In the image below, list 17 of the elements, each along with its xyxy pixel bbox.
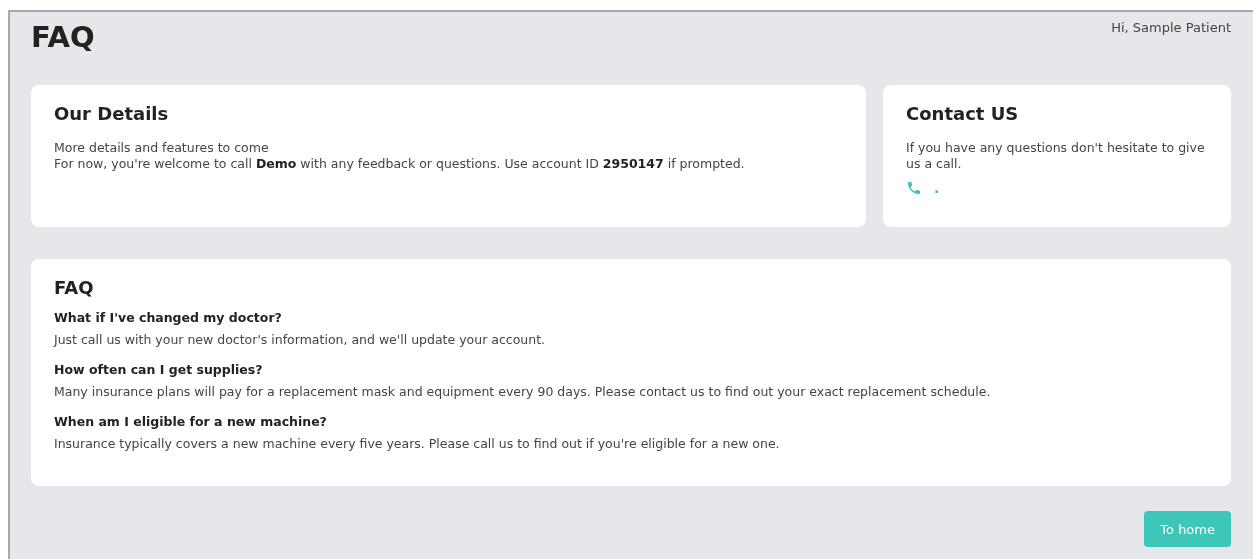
faq-question: When am I eligible for a new machine? xyxy=(54,414,328,430)
card-title: Our Details xyxy=(54,103,170,124)
card-title: Contact US xyxy=(906,103,1020,124)
phone-icon xyxy=(906,180,922,196)
greeting: Hi, Sample Patient xyxy=(1111,20,1231,35)
phone-number: . xyxy=(934,180,940,196)
faq-question: What if I've changed my doctor? xyxy=(54,310,283,326)
page-title: FAQ xyxy=(31,20,95,54)
card-title: FAQ xyxy=(54,277,95,298)
faq-question: How often can I get supplies? xyxy=(54,362,264,378)
faq-answer: Just call us with your new doctor's information, and we'll update your account. xyxy=(54,332,547,348)
details-text: More details and features to come xyxy=(54,140,270,156)
faq-answer: Insurance typically covers a new machine every five years. Please call us to find out if you're eligible for a new one. xyxy=(54,436,781,452)
faq-answer: Many insurance plans will pay for a replacement mask and equipment every 90 days. Please contact us to find out your exact replacement schedule. xyxy=(54,384,992,400)
contact-text: If you have any questions don't hesitate to give us a call. xyxy=(906,140,1206,172)
details-text: For now, you're welcome to call Demo with any feedback or questions. Use account ID 2950147 if prompted. xyxy=(54,156,746,172)
home-button[interactable]: To home xyxy=(1144,511,1231,547)
